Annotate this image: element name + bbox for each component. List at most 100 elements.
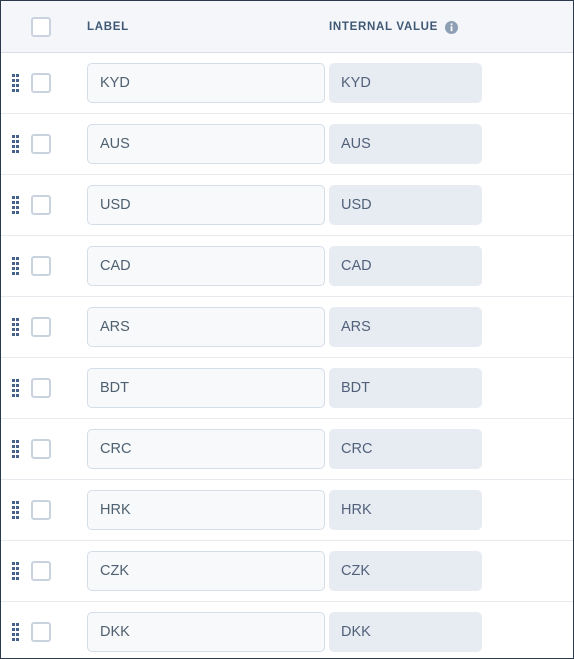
row-select-cell — [29, 256, 65, 276]
internal-value-readonly: HRK — [329, 490, 482, 530]
row-label-cell — [65, 612, 325, 652]
row-label-cell — [65, 490, 325, 530]
row-internal-value-cell: USD — [325, 185, 573, 225]
row-handle-cell — [1, 134, 29, 154]
row-handle-cell — [1, 195, 29, 215]
row-label-cell — [65, 63, 325, 103]
row-handle-cell — [1, 317, 29, 337]
header-internal-value-cell: INTERNAL VALUE — [325, 20, 573, 34]
label-input[interactable] — [87, 612, 325, 652]
row-label-cell — [65, 246, 325, 286]
row-select-checkbox[interactable] — [31, 195, 51, 215]
label-input[interactable] — [87, 307, 325, 347]
drag-handle-icon[interactable] — [11, 500, 19, 520]
row-select-checkbox[interactable] — [31, 378, 51, 398]
table-row: BDT — [1, 358, 573, 419]
row-handle-cell — [1, 561, 29, 581]
row-select-cell — [29, 317, 65, 337]
row-handle-cell — [1, 73, 29, 93]
table-row: KYD — [1, 53, 573, 114]
row-select-cell — [29, 439, 65, 459]
row-handle-cell — [1, 622, 29, 642]
table-row: DKK — [1, 602, 573, 658]
row-select-cell — [29, 134, 65, 154]
row-internal-value-cell: AUS — [325, 124, 573, 164]
drag-handle-icon[interactable] — [11, 561, 19, 581]
row-select-checkbox[interactable] — [31, 561, 51, 581]
row-select-checkbox[interactable] — [31, 317, 51, 337]
table-row: ARS — [1, 297, 573, 358]
row-handle-cell — [1, 500, 29, 520]
row-select-cell — [29, 195, 65, 215]
picklist-values-table: LABEL INTERNAL VALUE KYD AUS USD CAD ARS BDT C… — [0, 0, 574, 659]
select-all-checkbox[interactable] — [31, 16, 51, 37]
row-handle-cell — [1, 378, 29, 398]
label-input[interactable] — [87, 368, 325, 408]
row-select-cell — [29, 561, 65, 581]
internal-value-readonly: CRC — [329, 429, 482, 469]
column-header-label: LABEL — [87, 20, 129, 33]
row-label-cell — [65, 368, 325, 408]
internal-value-readonly: DKK — [329, 612, 482, 652]
drag-handle-icon[interactable] — [11, 439, 19, 459]
internal-value-readonly: BDT — [329, 368, 482, 408]
row-internal-value-cell: CAD — [325, 246, 573, 286]
label-input[interactable] — [87, 490, 325, 530]
table-row: HRK — [1, 480, 573, 541]
drag-handle-icon[interactable] — [11, 622, 19, 642]
row-internal-value-cell: HRK — [325, 490, 573, 530]
drag-handle-icon[interactable] — [11, 195, 19, 215]
row-internal-value-cell: CRC — [325, 429, 573, 469]
label-input[interactable] — [87, 63, 325, 103]
internal-value-readonly: AUS — [329, 124, 482, 164]
row-select-cell — [29, 73, 65, 93]
label-input[interactable] — [87, 185, 325, 225]
row-internal-value-cell: KYD — [325, 63, 573, 103]
column-header-internal-value: INTERNAL VALUE — [329, 20, 439, 33]
row-internal-value-cell: ARS — [325, 307, 573, 347]
row-select-checkbox[interactable] — [31, 134, 51, 154]
drag-handle-icon[interactable] — [11, 317, 19, 337]
drag-handle-icon[interactable] — [11, 73, 19, 93]
row-select-checkbox[interactable] — [31, 73, 51, 93]
label-input[interactable] — [87, 551, 325, 591]
table-header-row: LABEL INTERNAL VALUE — [1, 1, 573, 53]
table-row: AUS — [1, 114, 573, 175]
internal-value-readonly: CZK — [329, 551, 482, 591]
internal-value-readonly: KYD — [329, 63, 482, 103]
row-select-checkbox[interactable] — [31, 500, 51, 520]
header-select-all-cell — [29, 16, 65, 37]
row-select-cell — [29, 622, 65, 642]
table-row: CRC — [1, 419, 573, 480]
header-label-cell: LABEL — [65, 21, 325, 33]
table-row: CZK — [1, 541, 573, 602]
row-handle-cell — [1, 439, 29, 459]
drag-handle-icon[interactable] — [11, 256, 19, 276]
drag-handle-icon[interactable] — [11, 134, 19, 154]
row-label-cell — [65, 429, 325, 469]
row-handle-cell — [1, 256, 29, 276]
row-label-cell — [65, 551, 325, 591]
table-row: CAD — [1, 236, 573, 297]
row-label-cell — [65, 307, 325, 347]
drag-handle-icon[interactable] — [11, 378, 19, 398]
label-input[interactable] — [87, 246, 325, 286]
row-select-checkbox[interactable] — [31, 622, 51, 642]
row-internal-value-cell: CZK — [325, 551, 573, 591]
info-icon[interactable] — [445, 21, 459, 34]
internal-value-readonly: CAD — [329, 246, 482, 286]
label-input[interactable] — [87, 429, 325, 469]
row-label-cell — [65, 185, 325, 225]
row-internal-value-cell: BDT — [325, 368, 573, 408]
internal-value-readonly: ARS — [329, 307, 482, 347]
label-input[interactable] — [87, 124, 325, 164]
table-row: USD — [1, 175, 573, 236]
row-select-checkbox[interactable] — [31, 439, 51, 459]
internal-value-readonly: USD — [329, 185, 482, 225]
row-select-cell — [29, 378, 65, 398]
row-internal-value-cell: DKK — [325, 612, 573, 652]
row-label-cell — [65, 124, 325, 164]
table-body: KYD AUS USD CAD ARS BDT CRC HRK CZK DKK — [1, 53, 573, 658]
row-select-cell — [29, 500, 65, 520]
row-select-checkbox[interactable] — [31, 256, 51, 276]
